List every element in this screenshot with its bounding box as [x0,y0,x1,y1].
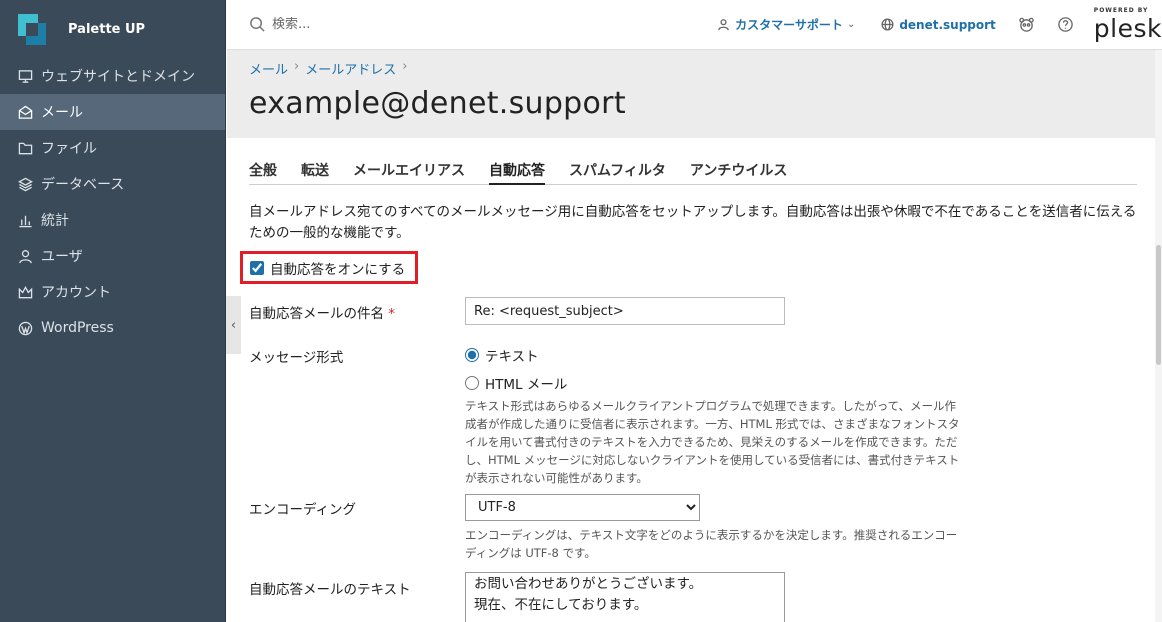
format-label: メッセージ形式 [249,350,344,366]
format-radio-text[interactable] [465,348,479,362]
plesk-wordmark: plesk [1093,14,1162,43]
tab-forwarding[interactable]: 転送 [301,160,329,185]
sidebar-item-statistics[interactable]: 統計 [0,202,225,238]
monitor-icon [17,68,34,85]
sidebar-item-label: メール [41,105,83,121]
brand-name: Palette UP [68,21,146,37]
reply-text-area[interactable]: お問い合わせありがとうございます。 現在、不在にしております。 [465,572,785,622]
mail-icon [17,104,34,121]
tab-general[interactable]: 全般 [249,160,277,185]
page-header: メール › メールアドレス › example@denet.support [227,50,1162,138]
sidebar-item-files[interactable]: ファイル [0,130,225,166]
sidebar-collapse-handle[interactable]: ‹ [226,296,241,354]
domain-link[interactable]: denet.support [881,17,996,32]
sidebar-item-label: ファイル [41,141,97,157]
customer-support-label: カスタマーサポート [735,18,843,32]
page-scrollbar[interactable] [1155,50,1162,622]
required-marker: * [388,306,396,322]
sidebar-item-mail[interactable]: メール [0,94,225,130]
crown-icon [17,284,34,301]
autoresponder-toggle-label: 自動応答をオンにする [270,261,406,278]
wordpress-icon [17,320,34,337]
sidebar-item-websites[interactable]: ウェブサイトとドメイン [0,58,225,94]
breadcrumb: メール › メールアドレス › [249,59,407,78]
chevron-down-icon: ⌄ [846,19,856,30]
format-hint: テキスト形式はあらゆるメールクライアントプログラムで処理できます。したがって、メ… [465,399,960,485]
database-icon [17,176,34,193]
sidebar: Palette UP ウェブサイトとドメイン メール ファイル データベース 統… [0,0,226,622]
sidebar-item-label: ユーザ [41,249,83,265]
tab-bar: 全般 転送 メールエイリアス 自動応答 スパムフィルタ アンチウイルス [249,160,1137,185]
intro-text: 自メールアドレス宛てのすべてのメールメッセージ用に自動応答をセットアップします。… [249,204,1137,241]
sidebar-item-label: WordPress [41,320,114,336]
sidebar-item-label: ウェブサイトとドメイン [41,69,195,85]
reply-text-label: 自動応答メールのテキスト [249,582,411,598]
autoresponder-checkbox[interactable] [250,260,264,275]
autoresponder-toggle[interactable]: 自動応答をオンにする [240,251,418,284]
customer-support-menu[interactable]: カスタマーサポート ⌄ [717,16,855,33]
sidebar-item-wordpress[interactable]: WordPress [0,310,225,346]
globe-icon [881,18,894,31]
search-box [249,16,687,33]
subject-label: 自動応答メールの件名 * [249,306,396,322]
subject-input[interactable] [465,297,785,325]
encoding-hint: エンコーディングは、テキスト文字をどのように表示するかを決定します。推奨されるエ… [465,528,958,560]
brand-logo[interactable]: Palette UP [0,0,225,58]
breadcrumb-mail[interactable]: メール [249,59,288,78]
panda-icon[interactable] [1018,16,1035,33]
encoding-select[interactable]: UTF-8 [465,494,700,521]
format-option-label: HTML メール [485,377,568,393]
user-icon [17,248,34,265]
tab-antivirus[interactable]: アンチウイルス [690,160,787,185]
chevron-right-icon: › [402,59,408,74]
plesk-logo: POWERED BY plesk [1093,8,1162,43]
palette-logo-icon [18,14,46,45]
sidebar-item-users[interactable]: ユーザ [0,238,225,274]
sidebar-item-account[interactable]: アカウント [0,274,225,310]
domain-label: denet.support [899,17,996,32]
page-title: example@denet.support [249,86,626,121]
encoding-label: エンコーディング [249,502,357,518]
top-bar: カスタマーサポート ⌄ denet.support POWERED BY ple… [227,0,1162,50]
format-option-label: テキスト [485,349,539,365]
search-input[interactable] [272,17,572,32]
scrollbar-thumb[interactable] [1156,245,1161,365]
sidebar-item-label: データベース [41,177,125,193]
help-icon[interactable] [1057,16,1074,33]
breadcrumb-mail-addresses[interactable]: メールアドレス [305,59,396,78]
tab-spam-filter[interactable]: スパムフィルタ [569,160,666,185]
chevron-left-icon: ‹ [230,317,237,333]
format-radio-html[interactable] [465,376,479,390]
bar-chart-icon [17,212,34,229]
folder-icon [17,140,34,157]
chevron-right-icon: › [294,59,300,74]
sidebar-item-databases[interactable]: データベース [0,166,225,202]
sidebar-item-label: 統計 [41,213,69,229]
user-icon [718,19,729,31]
format-option-html[interactable]: HTML メール [465,373,567,393]
format-option-text[interactable]: テキスト [465,345,539,365]
tab-aliases[interactable]: メールエイリアス [353,160,465,185]
tab-autoresponder[interactable]: 自動応答 [489,160,545,185]
search-icon [249,16,272,33]
sidebar-item-label: アカウント [41,285,111,301]
